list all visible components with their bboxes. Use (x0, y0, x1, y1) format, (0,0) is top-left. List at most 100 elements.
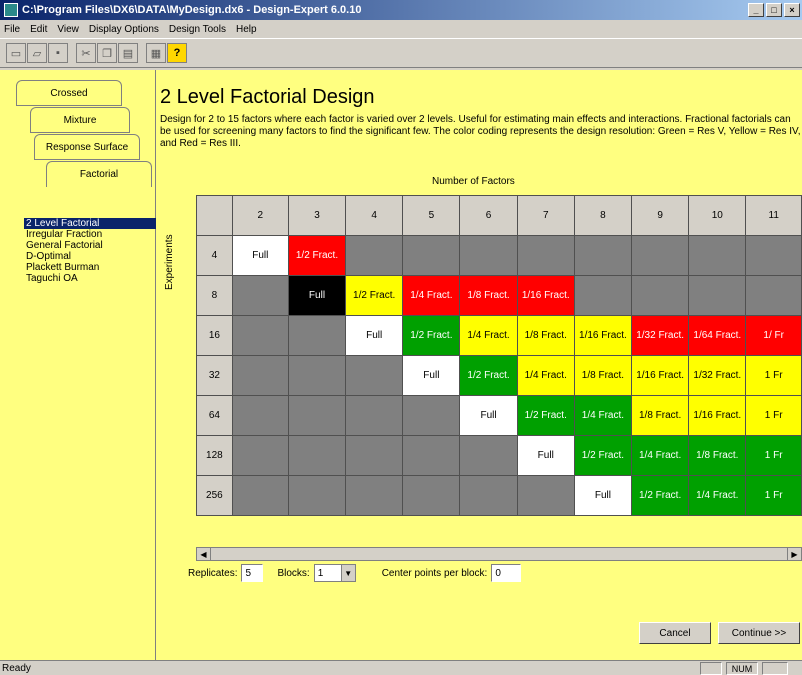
design-cell (287, 435, 347, 476)
tab-mixture[interactable]: Mixture (30, 107, 130, 133)
design-cell[interactable]: 1/2 Fract. (345, 275, 404, 316)
design-cell[interactable]: 1/4 Fract. (573, 395, 633, 436)
design-cell[interactable]: 1 Fr (745, 435, 802, 476)
design-cell[interactable]: 1/2 Fract. (459, 355, 518, 396)
status-text: Ready (2, 662, 31, 674)
factor-header-10: 10 (688, 195, 747, 236)
design-cell[interactable]: Full (459, 395, 518, 436)
design-cell[interactable]: 1/2 Fract. (516, 395, 575, 436)
scroll-track[interactable] (211, 548, 787, 560)
cancel-button[interactable]: Cancel (639, 622, 711, 644)
table-row: 32 Full 1/2 Fract. 1/4 Fract. 1/8 Fract. 1/16… (196, 355, 802, 396)
design-cell[interactable]: 1/8 Fract. (631, 395, 690, 436)
grid-x-title: Number of Factors (432, 176, 515, 187)
page-title: 2 Level Factorial Design (160, 86, 375, 108)
list-item-2-level-factorial[interactable]: 2 Level Factorial (24, 218, 156, 229)
blocks-value: 1 (317, 567, 324, 579)
save-icon[interactable]: ▪ (48, 43, 68, 63)
cut-icon[interactable]: ✂ (76, 43, 96, 63)
design-options: Replicates: 5 Blocks: 1 ▼ Center points … (188, 564, 522, 582)
list-item-d-optimal[interactable]: D-Optimal (24, 251, 156, 262)
design-cell[interactable]: Full (402, 355, 461, 396)
design-cell[interactable]: 1/16 Fract. (688, 395, 747, 436)
horizontal-scrollbar[interactable]: ◀ ▶ (196, 547, 802, 561)
design-cell[interactable]: 1/4 Fract. (631, 435, 690, 476)
print-icon[interactable]: ▦ (146, 43, 166, 63)
design-cell (287, 475, 347, 516)
minimize-button[interactable]: _ (748, 3, 764, 17)
design-cell (459, 435, 518, 476)
runs-header-64: 64 (196, 395, 233, 436)
design-cell[interactable]: 1 Fr (745, 475, 802, 516)
design-cell[interactable]: 1 Fr (745, 395, 802, 436)
design-cell[interactable]: 1/ Fr (745, 315, 802, 356)
corner-cell (196, 195, 233, 236)
copy-icon[interactable]: ❐ (97, 43, 117, 63)
maximize-button[interactable]: □ (766, 3, 782, 17)
design-cell[interactable]: 1 Fr (745, 355, 802, 396)
main-panel: 2 Level Factorial Design Design for 2 to… (156, 70, 802, 660)
design-cell (231, 315, 289, 356)
design-cell[interactable]: Full (573, 475, 633, 516)
status-pane-empty (700, 662, 722, 675)
design-cell[interactable]: 1/8 Fract. (516, 315, 575, 356)
scroll-left-icon[interactable]: ◀ (197, 548, 211, 560)
menu-help[interactable]: Help (236, 24, 257, 35)
design-cell[interactable]: 1/32 Fract. (688, 355, 747, 396)
design-cell[interactable]: 1/2 Fract. (287, 235, 347, 276)
replicates-field[interactable]: 5 (241, 564, 264, 582)
design-cell[interactable]: 1/32 Fract. (631, 315, 690, 356)
new-file-icon[interactable]: ▭ (6, 43, 26, 63)
factor-header-6: 6 (459, 195, 518, 236)
status-pane-scroll (762, 662, 788, 675)
list-item-general-factorial[interactable]: General Factorial (24, 240, 156, 251)
design-cell[interactable]: 1/4 Fract. (688, 475, 747, 516)
design-cell[interactable]: 1/16 Fract. (516, 275, 575, 316)
menu-edit[interactable]: Edit (30, 24, 47, 35)
table-row: 256 Full 1/2 Fract. 1/4 Fract. 1 Fr (196, 475, 802, 516)
design-cell[interactable]: Full (231, 235, 289, 276)
paste-icon[interactable]: ▤ (118, 43, 138, 63)
design-cell[interactable]: Full (345, 315, 404, 356)
design-cell (573, 235, 633, 276)
design-cell[interactable]: 1/2 Fract. (631, 475, 690, 516)
design-cell (402, 435, 461, 476)
design-cell[interactable]: 1/2 Fract. (402, 315, 461, 356)
design-cell[interactable]: 1/8 Fract. (459, 275, 518, 316)
center-points-label: Center points per block: (381, 567, 488, 579)
design-grid: 2 3 4 5 6 7 8 9 10 11 4 Full 1/2 Fract. 8 Full 1/2 Fra… (196, 195, 802, 545)
design-cell[interactable]: 1/4 Fract. (516, 355, 575, 396)
tab-factorial[interactable]: Factorial (46, 161, 152, 187)
tab-response-surface[interactable]: Response Surface (34, 134, 140, 160)
list-item-taguchi-oa[interactable]: Taguchi OA (24, 273, 156, 284)
chevron-down-icon[interactable]: ▼ (340, 565, 355, 581)
design-cell[interactable]: 1/8 Fract. (573, 355, 633, 396)
design-table: 2 3 4 5 6 7 8 9 10 11 4 Full 1/2 Fract. 8 Full 1/2 Fra… (196, 195, 802, 516)
scroll-right-icon[interactable]: ▶ (787, 548, 801, 560)
list-item-plackett-burman[interactable]: Plackett Burman (24, 262, 156, 273)
menu-view[interactable]: View (57, 24, 79, 35)
help-icon[interactable]: ? (167, 43, 187, 63)
runs-header-128: 128 (196, 435, 233, 476)
design-cell[interactable]: 1/4 Fract. (402, 275, 461, 316)
tab-crossed[interactable]: Crossed (16, 80, 122, 106)
design-cell[interactable]: 1/16 Fract. (573, 315, 633, 356)
continue-button[interactable]: Continue >> (718, 622, 800, 644)
blocks-select[interactable]: 1 ▼ (313, 564, 356, 582)
design-cell (688, 235, 747, 276)
design-cell[interactable]: 1/8 Fract. (688, 435, 747, 476)
design-cell[interactable]: 1/2 Fract. (573, 435, 633, 476)
menu-file[interactable]: File (4, 24, 20, 35)
design-cell[interactable]: Full (287, 275, 347, 316)
center-points-field[interactable]: 0 (491, 564, 522, 582)
design-cell (745, 235, 802, 276)
menu-design-tools[interactable]: Design Tools (169, 24, 226, 35)
design-cell[interactable]: 1/16 Fract. (631, 355, 690, 396)
design-cell[interactable]: 1/4 Fract. (459, 315, 518, 356)
open-folder-icon[interactable]: ▱ (27, 43, 47, 63)
close-button[interactable]: × (784, 3, 800, 17)
menu-display-options[interactable]: Display Options (89, 24, 159, 35)
design-cell[interactable]: 1/64 Fract. (688, 315, 747, 356)
list-item-irregular-fraction[interactable]: Irregular Fraction (24, 229, 156, 240)
design-cell[interactable]: Full (516, 435, 575, 476)
